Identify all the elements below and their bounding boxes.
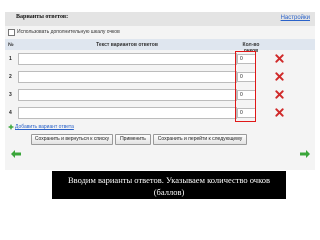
add-option-link[interactable]: Добавить вариант ответа	[8, 124, 74, 130]
points-input[interactable]: 0	[237, 54, 256, 64]
row-number: 3	[9, 92, 12, 98]
table-row: 3 0	[5, 86, 315, 104]
arrow-right-icon[interactable]	[300, 150, 310, 158]
action-bar: Сохранить и вернуться к списку Применить…	[5, 134, 315, 145]
plus-icon	[8, 124, 14, 130]
add-option-label: Добавить вариант ответа	[15, 124, 74, 130]
extra-scale-label: Использовать дополнительную шкалу очков	[17, 29, 120, 35]
delete-icon[interactable]	[275, 54, 284, 63]
apply-button[interactable]: Применить	[115, 134, 151, 145]
answer-text-input[interactable]	[18, 89, 237, 101]
table-header: № Текст вариантов ответов Кол-во очков	[5, 39, 315, 54]
answer-text-input[interactable]	[18, 53, 237, 65]
points-input[interactable]: 0	[237, 72, 256, 82]
delete-icon[interactable]	[275, 72, 284, 81]
extra-scale-option[interactable]: Использовать дополнительную шкалу очков	[8, 28, 120, 36]
panel-header: Варианты ответов: Настройки	[5, 12, 315, 26]
table-row: 2 0	[5, 68, 315, 86]
row-number: 2	[9, 74, 12, 80]
table-row: 4 0	[5, 104, 315, 122]
delete-icon[interactable]	[275, 90, 284, 99]
arrow-left-icon[interactable]	[11, 150, 21, 158]
caption-line-1: Вводим варианты ответов. Указываем колич…	[67, 175, 271, 185]
caption-line-2: (баллов)	[153, 187, 185, 197]
column-number-header: №	[8, 42, 14, 48]
answer-text-input[interactable]	[18, 107, 237, 119]
save-return-button[interactable]: Сохранить и вернуться к списку	[31, 134, 113, 145]
delete-icon[interactable]	[275, 108, 284, 117]
save-next-button[interactable]: Сохранить и перейти к следующему	[153, 134, 247, 145]
answers-panel: Варианты ответов: Настройки Использовать…	[5, 12, 315, 170]
settings-link[interactable]: Настройки	[281, 15, 310, 21]
table-row: 1 0	[5, 50, 315, 68]
row-number: 1	[9, 56, 12, 62]
caption-banner: Вводим варианты ответов. Указываем колич…	[52, 171, 286, 199]
extra-scale-checkbox[interactable]	[8, 28, 15, 36]
column-text-header: Текст вариантов ответов	[96, 42, 158, 48]
points-input[interactable]: 0	[237, 90, 256, 100]
row-number: 4	[9, 110, 12, 116]
points-input[interactable]: 0	[237, 108, 256, 118]
panel-title: Варианты ответов:	[16, 14, 69, 20]
answer-text-input[interactable]	[18, 71, 237, 83]
